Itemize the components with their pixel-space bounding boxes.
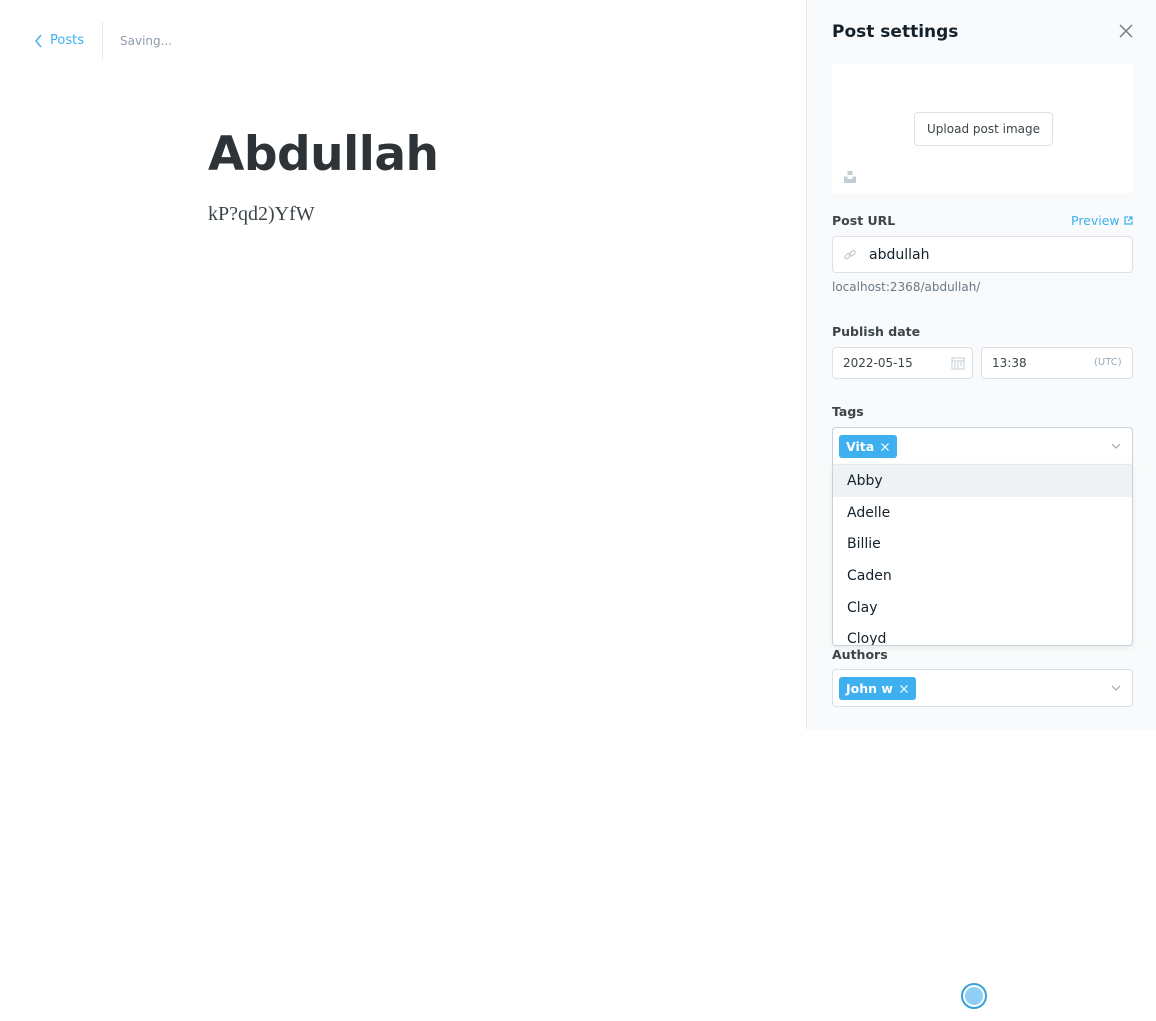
tag-option[interactable]: Billie (833, 528, 1132, 560)
chevron-left-icon (35, 34, 42, 47)
author-token-label: John w (846, 681, 893, 696)
tag-option[interactable]: Abby (833, 465, 1132, 497)
remove-author-icon[interactable] (899, 684, 909, 694)
remove-tag-icon[interactable] (880, 442, 890, 452)
back-link-label: Posts (50, 33, 84, 48)
back-to-posts-link[interactable]: Posts (34, 33, 84, 48)
authors-label: Authors (832, 647, 888, 662)
preview-link[interactable]: Preview (1071, 213, 1133, 228)
post-body[interactable]: kP?qd2)YfW (208, 201, 315, 227)
tag-option[interactable]: Caden (833, 560, 1132, 592)
mouse-cursor-indicator (961, 983, 987, 1009)
tags-input[interactable]: Vita (832, 427, 1133, 465)
author-token[interactable]: John w (839, 677, 916, 700)
post-url-help: localhost:2368/abdullah/ (832, 280, 981, 294)
settings-title: Post settings (832, 22, 959, 42)
upload-post-image-button[interactable]: Upload post image (914, 112, 1053, 146)
close-icon[interactable] (1117, 22, 1135, 40)
tag-option[interactable]: Adelle (833, 497, 1132, 529)
header-divider (102, 22, 103, 60)
tag-token[interactable]: Vita (839, 435, 898, 458)
post-url-label: Post URL (832, 213, 896, 228)
post-image-uploader: Upload post image (832, 64, 1133, 193)
tag-option[interactable]: Cloyd (833, 623, 1132, 645)
tags-label: Tags (832, 404, 864, 419)
post-title[interactable]: Abdullah (208, 124, 439, 186)
chevron-down-icon[interactable] (1111, 684, 1121, 692)
calendar-icon[interactable] (951, 356, 965, 370)
link-icon (844, 249, 856, 260)
tag-options-dropdown: Abby Adelle Billie Caden Clay Cloyd (832, 464, 1133, 646)
publish-time-field: (UTC) (981, 347, 1133, 379)
unsplash-icon[interactable] (843, 170, 857, 184)
post-url-field (832, 236, 1133, 273)
publish-date-input[interactable] (841, 348, 951, 378)
timezone-label: (UTC) (1094, 357, 1122, 368)
save-status: Saving... (120, 34, 173, 48)
preview-label: Preview (1071, 213, 1120, 228)
post-settings-panel: Post settings Upload post image Post URL… (806, 0, 1156, 729)
publish-date-field (832, 347, 973, 379)
tag-options-list: Abby Adelle Billie Caden Clay Cloyd (833, 465, 1132, 645)
publish-time-input[interactable] (990, 348, 1080, 378)
authors-input[interactable]: John w (832, 669, 1133, 707)
post-url-input[interactable] (867, 237, 1127, 272)
editor-header: Posts Saving... (0, 0, 806, 84)
external-link-icon (1124, 216, 1133, 225)
chevron-down-icon[interactable] (1111, 442, 1121, 450)
publish-date-label: Publish date (832, 324, 921, 339)
tag-option[interactable]: Clay (833, 592, 1132, 624)
tag-token-label: Vita (846, 439, 875, 454)
editor-pane: Posts Saving... Abdullah kP?qd2)YfW (0, 0, 806, 1021)
